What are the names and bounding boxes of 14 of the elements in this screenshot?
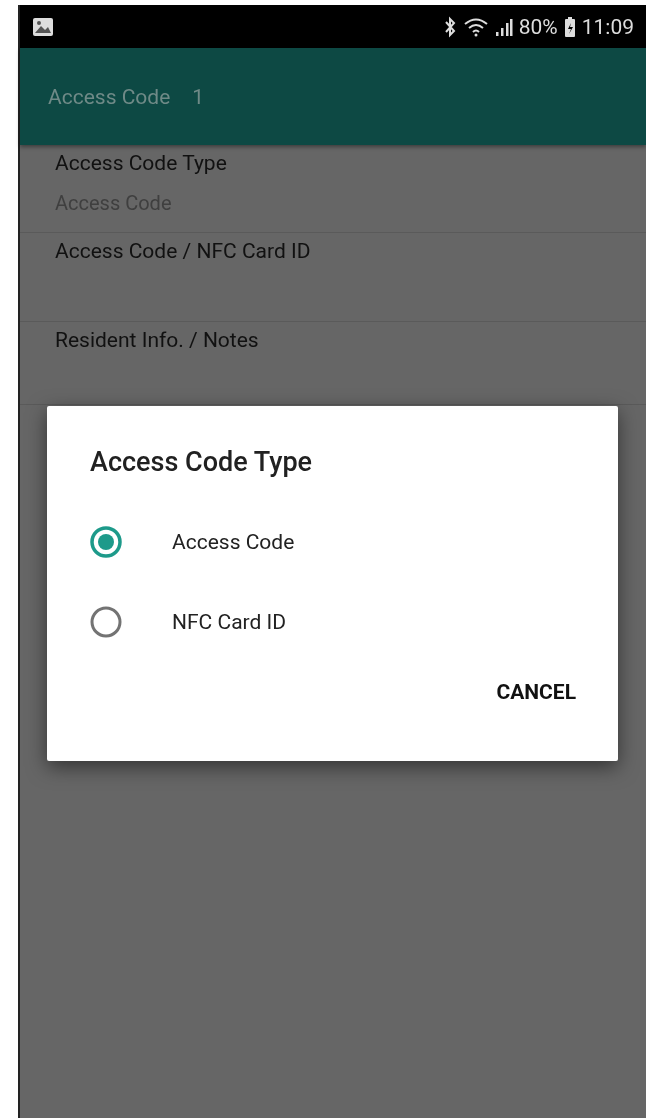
battery-percentage: 80% [518,14,558,39]
app-bar-title: Access Code [48,84,171,109]
signal-icon [494,16,513,37]
wifi-icon [462,16,489,37]
status-time: 11:09 [581,14,634,39]
battery-icon [563,15,576,38]
bluetooth-icon [442,15,457,38]
field-label: Resident Info. / Notes [55,328,259,352]
cancel-button[interactable]: CANCEL [484,672,588,712]
field-label: Access Code / NFC Card ID [55,239,311,263]
field-label: Access Code Type [55,151,227,175]
app-bar-number: 1 [192,84,205,109]
dialog-title: Access Code Type [90,446,313,478]
image-icon [32,16,54,37]
